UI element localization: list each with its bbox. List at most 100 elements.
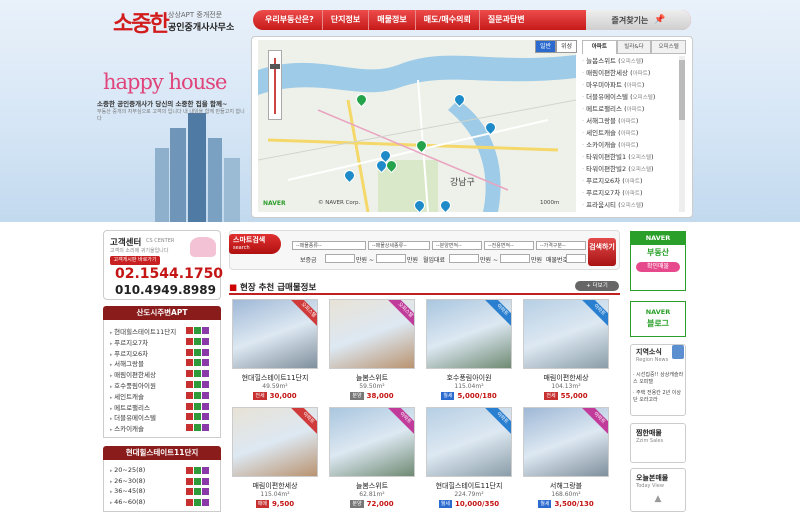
apt-list-scroll-thumb[interactable]	[679, 60, 685, 120]
deal-badge-icon[interactable]	[186, 327, 193, 334]
listing-photo[interactable]: 아파트	[523, 299, 609, 369]
select-detail[interactable]: --매물상세종류--	[368, 241, 430, 250]
deal-badge-icon[interactable]	[186, 381, 193, 388]
deal-badge-icon[interactable]	[186, 467, 193, 474]
apt-list-item[interactable]: 타워이편한빌2 (오피스텔)	[582, 164, 678, 176]
apt-link[interactable]: 스카이캐슬	[110, 423, 144, 433]
deal-badge-icon[interactable]	[202, 348, 209, 356]
deal-badge-icon[interactable]	[194, 402, 201, 410]
apt-list-item[interactable]: 매림이편한세상 (아파트)	[582, 68, 678, 80]
apt-list-item[interactable]: 마우미아파트 (아파트)	[582, 80, 678, 92]
listing-card[interactable]: 오피스텔 늘봄스위트 59.50m² 분양 38,000	[329, 299, 415, 403]
apt-list-item[interactable]: 프라움시티 (오피스텔)	[582, 200, 678, 212]
deal-badge-icon[interactable]	[202, 402, 209, 410]
deal-badge-icon[interactable]	[202, 327, 209, 334]
apt-link[interactable]: 현대힐스테이트11단지	[110, 326, 176, 336]
select-exclusive-area[interactable]: --전용면적--	[484, 241, 534, 250]
apt-list-item[interactable]: 세인트캐슬 (아파트)	[582, 128, 678, 140]
deal-badge-icon[interactable]	[186, 370, 193, 378]
apt-link[interactable]: 푸르지오6차	[110, 348, 148, 358]
listing-photo[interactable]: 아파트	[329, 407, 415, 477]
listing-photo[interactable]: 아파트	[426, 299, 512, 369]
deal-badge-icon[interactable]	[194, 381, 201, 388]
size-link[interactable]: 20~25(8)	[110, 466, 145, 474]
listing-photo[interactable]: 아파트	[426, 407, 512, 477]
select-price-type[interactable]: --가격구분--	[536, 241, 586, 250]
select-type[interactable]: --매물종류--	[292, 241, 366, 250]
map-zoom-handle[interactable]	[270, 64, 280, 69]
deal-badge-icon[interactable]	[202, 498, 209, 506]
listing-card[interactable]: 아파트 서해그랑블 168.60m² 월세 3,500/130	[523, 407, 609, 511]
nav-listings[interactable]: 매물정보	[369, 10, 416, 30]
deal-badge-icon[interactable]	[202, 413, 209, 421]
deal-badge-icon[interactable]	[186, 391, 193, 399]
apt-link[interactable]: 더블유메이스텔	[110, 412, 156, 422]
apt-list-item[interactable]: 늘봄스위트 (오피스텔)	[582, 56, 678, 68]
apt-list-item[interactable]: 더블유메이스텔 (오피스텔)	[582, 92, 678, 104]
map-view[interactable]: 강남구	[258, 40, 576, 212]
tab-villa[interactable]: 빌라&다	[616, 40, 652, 54]
apt-list-item[interactable]: 소카이캐슬 (아파트)	[582, 140, 678, 152]
listing-card[interactable]: 아파트 늘봄스위트 62.81m² 분양 72,000	[329, 407, 415, 511]
deal-badge-icon[interactable]	[194, 327, 201, 334]
deal-badge-icon[interactable]	[194, 337, 201, 345]
rent-max-input[interactable]	[500, 254, 530, 263]
search-button[interactable]: 검색하기	[588, 238, 616, 266]
deal-badge-icon[interactable]	[186, 359, 193, 367]
size-link[interactable]: 26~30(8)	[110, 477, 145, 485]
listing-photo[interactable]: 아파트	[523, 407, 609, 477]
nav-request[interactable]: 매도/매수의뢰	[416, 10, 480, 30]
size-link[interactable]: 46~60(8)	[110, 498, 145, 506]
deal-badge-icon[interactable]	[194, 413, 201, 421]
listing-number-input[interactable]	[566, 254, 586, 263]
deal-badge-icon[interactable]	[186, 413, 193, 421]
apt-link[interactable]: 메트로팰리스	[110, 402, 150, 412]
deposit-max-input[interactable]	[376, 254, 406, 263]
deal-badge-icon[interactable]	[194, 498, 201, 506]
listing-photo[interactable]: 아파트	[232, 407, 318, 477]
more-button[interactable]: + 더보기	[575, 281, 619, 291]
deal-badge-icon[interactable]	[194, 348, 201, 356]
deal-badge-icon[interactable]	[186, 498, 193, 506]
deal-badge-icon[interactable]	[194, 424, 201, 432]
news-item[interactable]: · 주택 전용칸 2년 이상 단 오라고라	[633, 390, 685, 404]
deal-badge-icon[interactable]	[186, 488, 193, 495]
news-item[interactable]: · 시선집중!! 상상캐슬라스 오피텔	[633, 372, 685, 386]
listing-photo[interactable]: 오피스텔	[329, 299, 415, 369]
favorite-button[interactable]: 즐겨찾기는 📌	[586, 10, 691, 30]
rent-min-input[interactable]	[449, 254, 479, 263]
deal-badge-icon[interactable]	[194, 359, 201, 367]
brand-logo[interactable]: 소중한	[113, 6, 170, 38]
nav-about[interactable]: 우리부동산은?	[257, 10, 323, 30]
deal-badge-icon[interactable]	[202, 337, 209, 345]
deal-badge-icon[interactable]	[186, 477, 193, 485]
deal-badge-icon[interactable]	[186, 424, 193, 432]
deal-badge-icon[interactable]	[202, 488, 209, 495]
select-area[interactable]: --분양면적--	[432, 241, 482, 250]
tab-apartment[interactable]: 아파트	[582, 40, 617, 54]
deposit-min-input[interactable]	[325, 254, 355, 263]
map-type-satellite[interactable]: 위성	[556, 40, 578, 53]
deal-badge-icon[interactable]	[186, 348, 193, 356]
deal-badge-icon[interactable]	[194, 370, 201, 378]
apt-link[interactable]: 세인트캐슬	[110, 391, 144, 401]
listing-photo[interactable]: 오피스텔	[232, 299, 318, 369]
deal-badge-icon[interactable]	[186, 402, 193, 410]
scroll-up-icon[interactable]: ▲	[652, 494, 664, 504]
apt-link[interactable]: 서해그랑블	[110, 358, 144, 368]
apt-list-item[interactable]: 푸르지오6차 (아파트)	[582, 176, 678, 188]
listing-card[interactable]: 아파트 호수풍림아이원 115.04m² 월세 5,000/180	[426, 299, 512, 403]
listing-card[interactable]: 아파트 매림이편한세상 104.13m² 전세 55,000	[523, 299, 609, 403]
listing-card[interactable]: 아파트 현대힐스테이트11단지 224.79m² 월세 10,000/350	[426, 407, 512, 511]
apt-link[interactable]: 푸르지오7차	[110, 337, 148, 347]
nav-complex[interactable]: 단지정보	[323, 10, 370, 30]
deal-badge-icon[interactable]	[186, 337, 193, 345]
apt-list-item[interactable]: 메트로팰리스 (아파트)	[582, 104, 678, 116]
listing-card[interactable]: 아파트 매림이편한세상 115.04m² 매매 9,500	[232, 407, 318, 511]
deal-badge-icon[interactable]	[202, 359, 209, 367]
deal-badge-icon[interactable]	[194, 467, 201, 474]
apt-link[interactable]: 호수풍림아이원	[110, 380, 156, 390]
deal-badge-icon[interactable]	[202, 381, 209, 388]
deal-badge-icon[interactable]	[194, 477, 201, 485]
deal-badge-icon[interactable]	[202, 477, 209, 485]
